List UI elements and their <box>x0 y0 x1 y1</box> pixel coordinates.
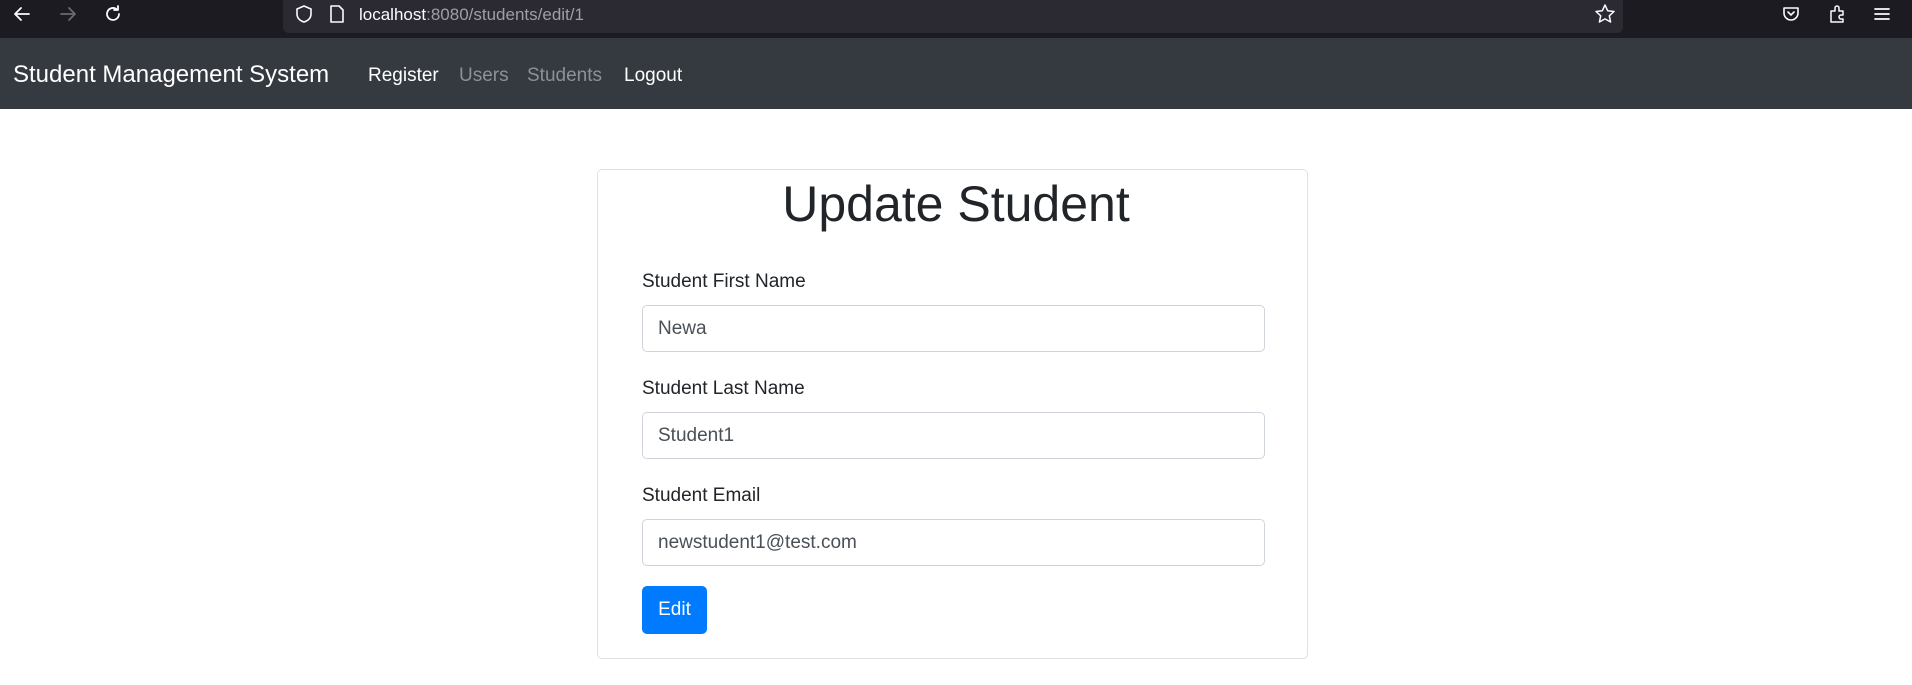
extensions-icon[interactable] <box>1823 0 1851 28</box>
navbar-brand[interactable]: Student Management System <box>13 61 329 89</box>
page-title: Update Student <box>782 176 1130 232</box>
reload-icon[interactable] <box>99 0 127 28</box>
browser-toolbar: localhost:8080/students/edit/1 <box>0 0 1912 38</box>
url-host: localhost <box>359 5 427 24</box>
email-input[interactable] <box>642 519 1265 566</box>
email-label: Student Email <box>642 485 761 506</box>
app-navbar: Student Management System Register Users… <box>0 38 1912 109</box>
bookmark-star-icon[interactable] <box>1591 0 1619 28</box>
pocket-icon[interactable] <box>1777 0 1805 28</box>
url-text[interactable]: localhost:8080/students/edit/1 <box>359 5 584 25</box>
nav-link-students[interactable]: Students <box>527 65 602 87</box>
back-arrow-icon[interactable] <box>8 0 36 28</box>
url-bar[interactable]: localhost:8080/students/edit/1 <box>283 0 1623 33</box>
first-name-input[interactable] <box>642 305 1265 352</box>
nav-link-users[interactable]: Users <box>459 65 509 87</box>
url-path: :8080/students/edit/1 <box>426 5 584 24</box>
first-name-label: Student First Name <box>642 271 806 292</box>
menu-icon[interactable] <box>1868 0 1896 28</box>
last-name-label: Student Last Name <box>642 378 805 399</box>
page-icon[interactable] <box>323 0 351 28</box>
nav-link-register[interactable]: Register <box>368 65 439 87</box>
forward-arrow-icon[interactable] <box>54 0 82 28</box>
edit-button[interactable]: Edit <box>642 586 707 634</box>
last-name-input[interactable] <box>642 412 1265 459</box>
nav-link-logout[interactable]: Logout <box>624 65 682 87</box>
shield-icon[interactable] <box>290 0 318 28</box>
